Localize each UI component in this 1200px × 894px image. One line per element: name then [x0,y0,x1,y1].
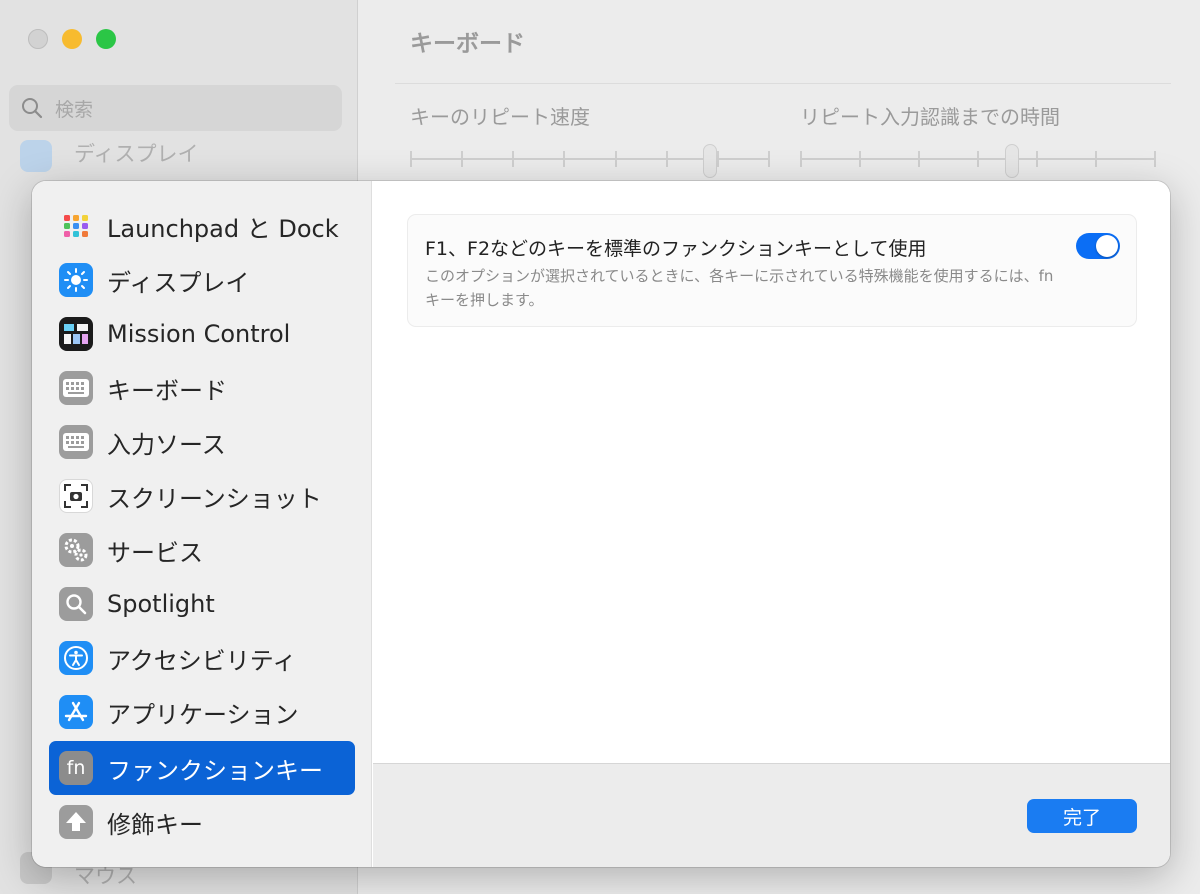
sidebar-peek-display: ディスプレイ [74,142,199,166]
screenshot-icon [59,479,93,513]
sidebar-item-label: ファンクションキー [107,756,323,785]
sidebar-item-applications[interactable]: アプリケーション [49,685,355,739]
zoom-button[interactable] [96,29,116,49]
sidebar-item-label: Spotlight [107,590,215,618]
sidebar-item-input-sources[interactable]: 入力ソース [49,415,355,469]
accessibility-icon [59,641,93,675]
display-brightness-icon [59,263,93,297]
sidebar-item-launchpad-dock[interactable]: Launchpad と Dock [49,199,355,253]
delay-ticks [800,151,1156,167]
sidebar-item-function-keys[interactable]: fn ファンクションキー [49,741,355,795]
sidebar-item-label: アクセシビリティ [107,646,297,675]
input-sources-icon [59,425,93,459]
spotlight-icon [59,587,93,621]
search-icon [22,98,43,119]
fn-icon-text: fn [66,757,86,779]
shortcuts-sidebar: Launchpad と Dock ディスプレイ Mission Control … [32,181,372,867]
sidebar-item-modifier-keys[interactable]: 修飾キー [49,795,355,849]
sheet-footer: 完了 [373,763,1170,867]
option-description: このオプションが選択されているときに、各キーに示されている特殊機能を使用するには… [425,267,1054,309]
sidebar-item-label: 入力ソース [107,430,226,459]
sidebar-item-accessibility[interactable]: アクセシビリティ [49,631,355,685]
keyboard-shortcuts-sheet: Launchpad と Dock ディスプレイ Mission Control … [32,181,1170,867]
display-peek-icon [20,140,52,172]
toggle-knob [1096,235,1118,257]
delay-slider[interactable] [1005,144,1019,178]
sidebar-item-label: スクリーンショット [107,484,322,513]
sidebar-item-label: キーボード [107,376,227,405]
window-title: キーボード [410,31,525,57]
launchpad-icon [59,209,93,243]
search-field[interactable]: 検索 [9,85,342,131]
mission-control-icon [59,317,93,351]
sidebar-item-display[interactable]: ディスプレイ [49,253,355,307]
sidebar-item-services[interactable]: サービス [49,523,355,577]
fn-key-icon: fn [59,751,93,785]
sidebar-item-label: Mission Control [107,320,291,348]
background-divider [395,83,1171,84]
sidebar-item-mission-control[interactable]: Mission Control [49,307,355,361]
key-repeat-label: キーのリピート速度 [410,105,590,129]
sidebar-item-spotlight[interactable]: Spotlight [49,577,355,631]
sidebar-item-label: サービス [107,538,203,567]
sidebar-item-label: 修飾キー [107,810,203,839]
done-button[interactable]: 完了 [1027,799,1137,833]
sidebar-item-label: アプリケーション [107,700,299,729]
close-button[interactable] [28,29,48,49]
window-controls [28,29,116,49]
sidebar-item-label: Launchpad と Dock [107,214,339,243]
sidebar-item-keyboard[interactable]: キーボード [49,361,355,415]
sidebar-item-label: ディスプレイ [107,268,250,297]
function-keys-pane: F1、F2などのキーを標準のファンクションキーとして使用 このオプションが選択さ… [373,181,1170,763]
option-title: F1、F2などのキーを標準のファンクションキーとして使用 [425,238,927,260]
function-keys-option: F1、F2などのキーを標準のファンクションキーとして使用 このオプションが選択さ… [407,214,1137,327]
search-placeholder: 検索 [55,98,94,121]
minimize-button[interactable] [62,29,82,49]
modifier-keys-icon [59,805,93,839]
services-gear-icon [59,533,93,567]
use-standard-function-keys-toggle[interactable] [1076,233,1120,259]
sidebar-item-screenshot[interactable]: スクリーンショット [49,469,355,523]
delay-label: リピート入力認識までの時間 [800,105,1060,129]
keyboard-icon [59,371,93,405]
key-repeat-slider[interactable] [703,144,717,178]
app-store-icon [59,695,93,729]
